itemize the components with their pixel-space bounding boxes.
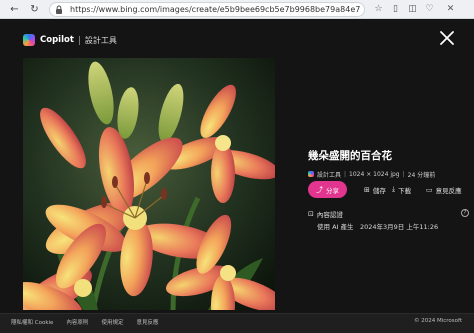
footer-link-privacy[interactable]: 隱私權和 Cookie [11,318,53,326]
meta-resolution: 1024 × 1024 jpg [349,170,400,178]
copilot-logo-icon [23,34,35,46]
credentials-header: ⊡ 內容認證 [308,209,474,219]
meta-separator: | [402,170,405,178]
image-details: 幾朵盛開的百合花 設計工具 | 1024 × 1024 jpg | 24 分鐘前 [308,148,474,179]
footer-links: 隱私權和 Cookie 內容原則 使用規定 意見反應 [11,318,171,326]
brand-name[interactable]: Copilot [40,35,74,45]
footer-link-content-policy[interactable]: 內容原則 [66,318,88,326]
collections-icon[interactable]: ♡ [423,3,436,16]
close-icon[interactable] [438,29,456,47]
info-icon[interactable]: ? [461,209,469,217]
download-button[interactable]: ⤓ 下載 [392,181,411,198]
feedback-label: 意見反應 [435,186,462,195]
browser-toolbar: ← ↻ https://www.bing.com/images/create/e… [0,0,474,19]
split-screen-icon[interactable]: ◫ [406,3,419,16]
address-bar[interactable]: https://www.bing.com/images/create/e5b9b… [49,2,365,17]
refresh-icon[interactable]: ↻ [28,3,41,16]
save-button[interactable]: ⊞ 儲存 [364,181,386,198]
meta-separator: | [344,170,347,178]
url-text[interactable]: https://www.bing.com/images/create/e5b9b… [70,4,360,16]
back-icon[interactable]: ← [8,3,21,16]
close-window-icon[interactable]: ✕ [444,3,457,16]
brand-divider [78,35,80,45]
footer-link-feedback[interactable]: 意見反應 [136,318,158,326]
credentials-label: 內容認證 [316,210,343,219]
feedback-button[interactable]: ▭ 意見反應 [426,181,462,198]
save-label: 儲存 [372,186,386,195]
save-icon: ⊞ [364,185,370,194]
footer-link-terms[interactable]: 使用規定 [101,318,123,326]
action-bar: ⤴ 分享 ⊞ 儲存 ⤓ 下載 ▭ 意見反應 [308,181,474,198]
image-meta: 設計工具 | 1024 × 1024 jpg | 24 分鐘前 [308,169,474,179]
brand-tool-label[interactable]: 設計工具 [85,35,117,46]
reader-icon[interactable]: ▯ [389,3,402,16]
image-title: 幾朵盛開的百合花 [308,150,392,162]
share-icon: ⤴ [316,185,323,194]
feedback-icon: ▭ [426,185,433,194]
generated-image[interactable] [23,58,275,310]
download-label: 下載 [398,186,412,195]
credentials-detail: 使用 AI 產生 2024年3月9日 上午11:26 [317,223,439,231]
footer: 隱私權和 Cookie 內容原則 使用規定 意見反應 © 2024 Micros… [0,313,474,333]
meta-tool[interactable]: 設計工具 [317,170,341,179]
lock-icon[interactable] [55,5,63,14]
copyright: © 2024 Microsoft [413,318,462,324]
download-icon: ⤓ [392,185,396,193]
favorites-icon[interactable]: ☆ [372,3,385,16]
designer-icon [308,171,314,177]
credentials-icon: ⊡ [308,209,314,218]
meta-age: 24 分鐘前 [407,171,436,179]
brand: Copilot 設計工具 [23,33,117,47]
share-label: 分享 [326,186,339,195]
lily-image [23,58,275,310]
content-credentials: ⊡ 內容認證 使用 AI 產生 2024年3月9日 上午11:26 ? [308,209,474,231]
share-button[interactable]: ⤴ 分享 [308,181,347,198]
